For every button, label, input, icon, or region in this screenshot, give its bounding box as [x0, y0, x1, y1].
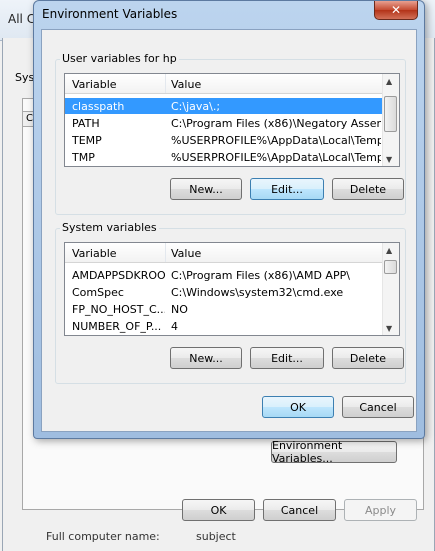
dialog-title: Environment Variables: [42, 7, 178, 21]
system-list-header: Variable Value: [65, 243, 383, 263]
system-col-variable[interactable]: Variable: [72, 247, 117, 260]
system-delete-button[interactable]: Delete: [332, 347, 404, 369]
system-row-comspec[interactable]: ComSpec C:\Windows\system32\cmd.exe: [65, 284, 383, 300]
computer-name-value: subject: [196, 530, 236, 543]
system-variables-label: System variables: [60, 221, 159, 234]
close-icon: ✕: [390, 3, 402, 17]
user-variables-label: User variables for hp: [60, 52, 179, 65]
user-col-variable[interactable]: Variable: [72, 78, 117, 91]
user-edit-button[interactable]: Edit...: [250, 178, 324, 200]
sysprop-cancel-button[interactable]: Cancel: [263, 499, 336, 521]
ok-button[interactable]: OK: [262, 396, 334, 418]
cancel-button[interactable]: Cancel: [342, 396, 414, 418]
user-list-header: Variable Value: [65, 74, 383, 94]
user-list-scrollbar[interactable]: ▲ ▼: [382, 74, 399, 166]
system-edit-button[interactable]: Edit...: [250, 347, 324, 369]
user-list-scroll-thumb[interactable]: [384, 96, 397, 132]
environment-variables-dialog: Environment Variables ✕ User variables f…: [33, 0, 425, 439]
system-variables-list[interactable]: Variable Value AMDAPPSDKROOT C:\Program …: [64, 242, 400, 336]
scroll-up-icon[interactable]: ▲: [386, 77, 392, 86]
scroll-down-icon[interactable]: ▼: [386, 155, 392, 164]
system-list-scroll-thumb[interactable]: [384, 260, 397, 274]
background-title-text: All C: [8, 12, 36, 26]
system-row-number-of-processors[interactable]: NUMBER_OF_P... 4: [65, 318, 383, 334]
system-row-fp-no-host[interactable]: FP_NO_HOST_C... NO: [65, 301, 383, 317]
system-col-value[interactable]: Value: [171, 247, 201, 260]
sysprop-apply-button[interactable]: Apply: [344, 499, 417, 521]
user-delete-button[interactable]: Delete: [332, 178, 404, 200]
system-list-scrollbar[interactable]: ▲ ▼: [382, 243, 399, 335]
user-variables-list[interactable]: Variable Value classpath C:\java\.; PATH…: [64, 73, 400, 167]
environment-variables-button[interactable]: Environment Variables...: [271, 439, 397, 465]
scroll-down-icon[interactable]: ▼: [386, 324, 392, 333]
user-row-classpath[interactable]: classpath C:\java\.;: [65, 98, 383, 114]
user-col-value[interactable]: Value: [171, 78, 201, 91]
user-new-button[interactable]: New...: [170, 178, 242, 200]
full-computer-name-label: Full computer name:: [46, 530, 160, 543]
sysprop-ok-button[interactable]: OK: [182, 499, 255, 521]
user-row-tmp[interactable]: TMP %USERPROFILE%\AppData\Local\Temp: [65, 149, 383, 165]
system-row-amdappsdkroot[interactable]: AMDAPPSDKROOT C:\Program Files (x86)\AMD…: [65, 267, 383, 283]
dialog-client-area: User variables for hp Variable Value cla…: [41, 29, 417, 432]
user-row-temp[interactable]: TEMP %USERPROFILE%\AppData\Local\Temp: [65, 132, 383, 148]
user-row-path[interactable]: PATH C:\Program Files (x86)\Negatory Ass…: [65, 115, 383, 131]
system-new-button[interactable]: New...: [170, 347, 242, 369]
close-button[interactable]: ✕: [374, 1, 418, 20]
scroll-up-icon[interactable]: ▲: [386, 246, 392, 255]
